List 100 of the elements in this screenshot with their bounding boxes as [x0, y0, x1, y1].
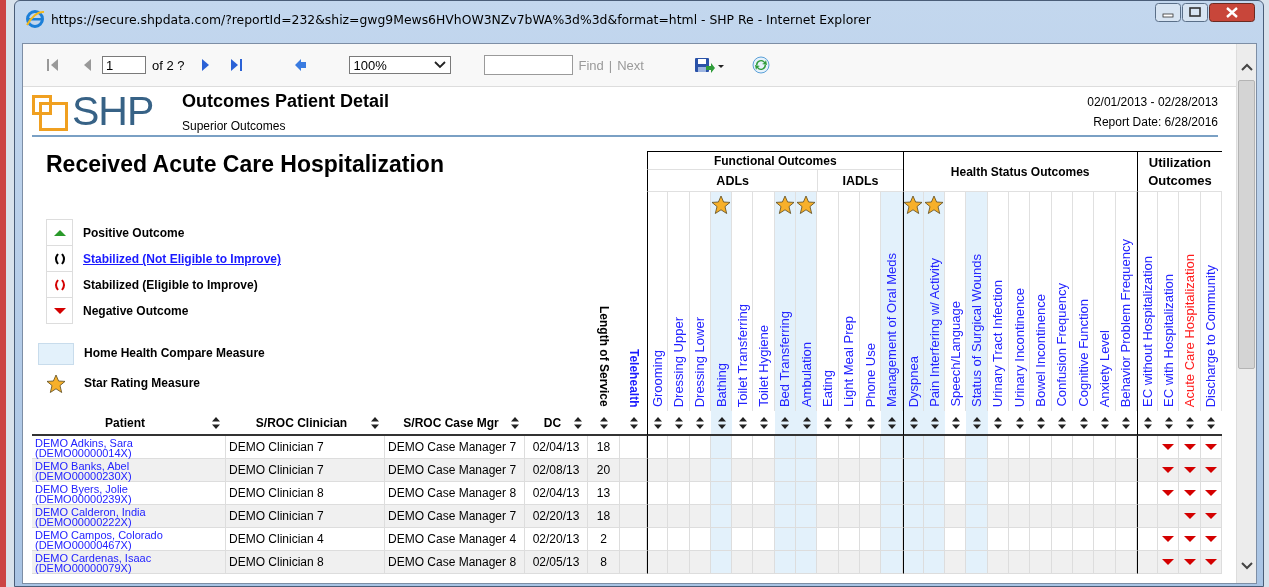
page-number-field[interactable]: 1 — [102, 56, 146, 74]
caret-icon — [433, 61, 446, 69]
measure-header[interactable]: Cognitive Function — [1075, 299, 1091, 407]
find-field[interactable] — [483, 55, 573, 75]
column-header[interactable]: S/ROC Case Mgr — [391, 415, 511, 430]
measure-header[interactable]: Light Meal Prep — [841, 315, 857, 407]
measure-header[interactable]: Phone Use — [862, 342, 878, 407]
sort-icon[interactable] — [994, 416, 1003, 429]
sort-icon[interactable] — [909, 416, 918, 429]
measure-header[interactable]: Eating — [820, 370, 835, 407]
patient-link[interactable]: DEMO Campos, Colorado (DEMO00000467X) — [32, 528, 163, 550]
table-cell: 02/08/13 — [525, 459, 588, 482]
column-header[interactable]: DC — [531, 415, 574, 430]
sort-icon[interactable] — [511, 416, 519, 429]
sort-icon[interactable] — [696, 416, 705, 429]
measure-header[interactable]: Grooming — [650, 349, 666, 407]
sort-icon[interactable] — [951, 416, 960, 429]
minimize-button[interactable] — [1155, 3, 1181, 22]
scroll-up-icon[interactable] — [1239, 62, 1254, 72]
negative-outcome-icon — [1183, 536, 1196, 542]
measure-swatch — [38, 343, 74, 365]
measure-header[interactable]: Bowel Incontinence — [1033, 294, 1048, 407]
sort-icon[interactable] — [887, 416, 896, 429]
sort-icon[interactable] — [1100, 416, 1109, 429]
measure-header[interactable]: Dressing Lower — [692, 316, 708, 407]
last-page-icon[interactable] — [229, 58, 242, 72]
measure-header[interactable]: Dyspnea — [905, 355, 921, 407]
previous-page-icon[interactable] — [83, 58, 92, 72]
sort-icon[interactable] — [600, 416, 608, 429]
sort-icon[interactable] — [1164, 416, 1173, 429]
save-icon[interactable] — [693, 56, 724, 74]
measure-header[interactable]: Urinary Incontinence — [1011, 287, 1027, 407]
sort-icon[interactable] — [845, 416, 854, 429]
sort-icon[interactable] — [371, 416, 379, 429]
column-header[interactable]: S/ROC Clinician — [232, 415, 371, 430]
measure-header[interactable]: Urinary Tract Infection — [990, 279, 1006, 407]
measure-header[interactable]: Acute Care Hospitalization — [1182, 253, 1198, 407]
measure-header[interactable]: Behavior Problem Frequency — [1118, 238, 1134, 407]
star-icon — [903, 195, 924, 215]
sort-icon[interactable] — [866, 416, 875, 429]
sort-icon[interactable] — [973, 416, 982, 429]
measure-header[interactable]: EC without Hospitalization — [1139, 255, 1155, 407]
report-date: Report Date: 6/28/2016 — [1093, 115, 1218, 129]
negative-outcome-icon — [1162, 444, 1175, 450]
maximize-button[interactable] — [1182, 3, 1208, 22]
sort-icon[interactable] — [738, 416, 747, 429]
negative-outcome-icon — [1183, 444, 1196, 450]
measure-header[interactable]: Toilet Transferring — [734, 303, 750, 407]
sort-icon[interactable] — [930, 416, 939, 429]
table-cell — [620, 528, 647, 551]
column-header[interactable]: Patient — [38, 415, 212, 430]
table-cell — [620, 505, 647, 528]
sort-icon[interactable] — [760, 416, 769, 429]
sort-icon[interactable] — [1015, 416, 1024, 429]
measure-header[interactable]: Dressing Upper — [670, 316, 686, 407]
sort-icon[interactable] — [1058, 416, 1067, 429]
measure-header[interactable]: EC with Hospitalization — [1160, 274, 1176, 407]
table-cell: 20 — [588, 459, 620, 482]
patient-link[interactable]: DEMO Adkins, Sara (DEMO00000014X) — [32, 436, 133, 458]
sort-icon[interactable] — [674, 416, 683, 429]
table-cell: 02/04/13 — [525, 436, 588, 459]
sort-icon[interactable] — [717, 416, 726, 429]
sort-icon[interactable] — [574, 416, 582, 429]
patient-link[interactable]: DEMO Byers, Jolie (DEMO00000239X) — [32, 482, 132, 504]
table-cell: DEMO Case Manager 7 — [385, 459, 525, 482]
zoom-dropdown[interactable]: 100% — [348, 56, 451, 74]
column-header[interactable]: Telehealth — [626, 348, 641, 407]
measure-title: Received Acute Care Hospitalization — [46, 151, 445, 178]
sort-icon[interactable] — [1143, 416, 1152, 429]
sort-icon[interactable] — [1122, 416, 1131, 429]
star-icon — [924, 195, 944, 215]
sort-icon[interactable] — [1037, 416, 1045, 429]
vertical-scrollbar[interactable] — [1236, 44, 1256, 583]
measure-header[interactable]: Toilet Hygiene — [756, 325, 772, 407]
sort-icon[interactable] — [212, 416, 220, 429]
sort-icon[interactable] — [1186, 416, 1195, 429]
back-arrow-icon[interactable] — [293, 58, 307, 72]
scroll-down-icon[interactable] — [1239, 561, 1254, 571]
sort-icon[interactable] — [802, 416, 811, 429]
refresh-icon[interactable] — [751, 56, 770, 74]
sort-icon[interactable] — [781, 416, 790, 429]
close-button[interactable] — [1209, 3, 1255, 22]
measure-header[interactable]: Anxiety Level — [1096, 329, 1112, 407]
sort-icon[interactable] — [1079, 416, 1088, 429]
measure-header[interactable]: Speech/Language — [947, 301, 963, 407]
table-cell: 8 — [588, 551, 620, 574]
measure-header[interactable]: Confusion Frequency — [1054, 283, 1070, 407]
sort-icon[interactable] — [824, 416, 832, 429]
sort-icon[interactable] — [1207, 416, 1216, 429]
measure-header[interactable]: Discharge to Community — [1203, 264, 1219, 407]
star-icon — [774, 195, 795, 215]
sort-icon[interactable] — [654, 416, 663, 429]
next-page-icon[interactable] — [200, 58, 210, 72]
legend-link[interactable]: Stabilized (Not Eligible to Improve) — [83, 252, 281, 266]
table-cell — [620, 482, 647, 505]
scrollbar-thumb[interactable] — [1238, 80, 1255, 369]
column-header[interactable]: Length of Service — [597, 306, 611, 407]
sort-icon[interactable] — [629, 416, 638, 429]
measure-header[interactable]: Bathing — [713, 362, 729, 407]
first-page-icon[interactable] — [47, 58, 59, 72]
